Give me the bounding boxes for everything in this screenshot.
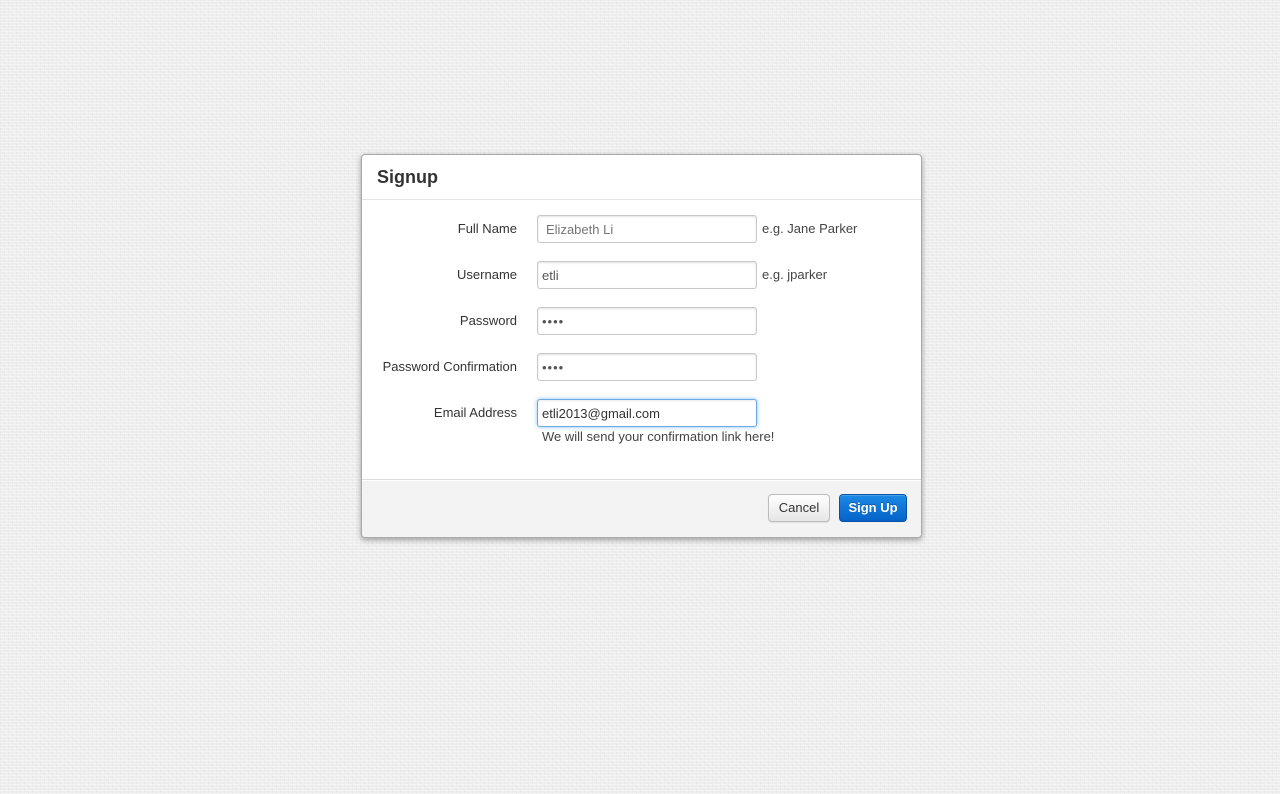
sign-up-button[interactable]: Sign Up: [839, 494, 907, 522]
dialog-footer: Cancel Sign Up: [362, 479, 921, 537]
full-name-hint: e.g. Jane Parker: [762, 221, 858, 236]
password-label: Password: [459, 313, 517, 328]
password-input[interactable]: [537, 307, 757, 335]
full-name-row: Full Name e.g. Jane Parker: [362, 215, 921, 243]
password-row: Password: [362, 307, 921, 335]
password-confirmation-row: Password Confirmation: [362, 353, 921, 381]
username-label: Username: [457, 267, 517, 282]
password-confirmation-input[interactable]: [537, 353, 757, 381]
password-confirmation-label: Password Confirmation: [382, 359, 517, 374]
cancel-button[interactable]: Cancel: [768, 494, 830, 522]
dialog-header: Signup: [362, 155, 921, 200]
full-name-label: Full Name: [457, 221, 517, 236]
email-row: Email Address We will send your confirma…: [362, 399, 921, 444]
email-help-text: We will send your confirmation link here…: [542, 429, 775, 444]
email-input[interactable]: [537, 399, 757, 427]
email-label: Email Address: [433, 405, 517, 420]
username-row: Username e.g. jparker: [362, 261, 921, 289]
username-hint: e.g. jparker: [762, 267, 828, 282]
signup-dialog: Signup Full Name e.g. Jane Parker Userna…: [361, 154, 922, 538]
full-name-input[interactable]: [537, 215, 757, 243]
signup-form: Full Name e.g. Jane Parker Username e.g.…: [362, 200, 921, 479]
username-input[interactable]: [537, 261, 757, 289]
dialog-title: Signup: [377, 167, 438, 187]
